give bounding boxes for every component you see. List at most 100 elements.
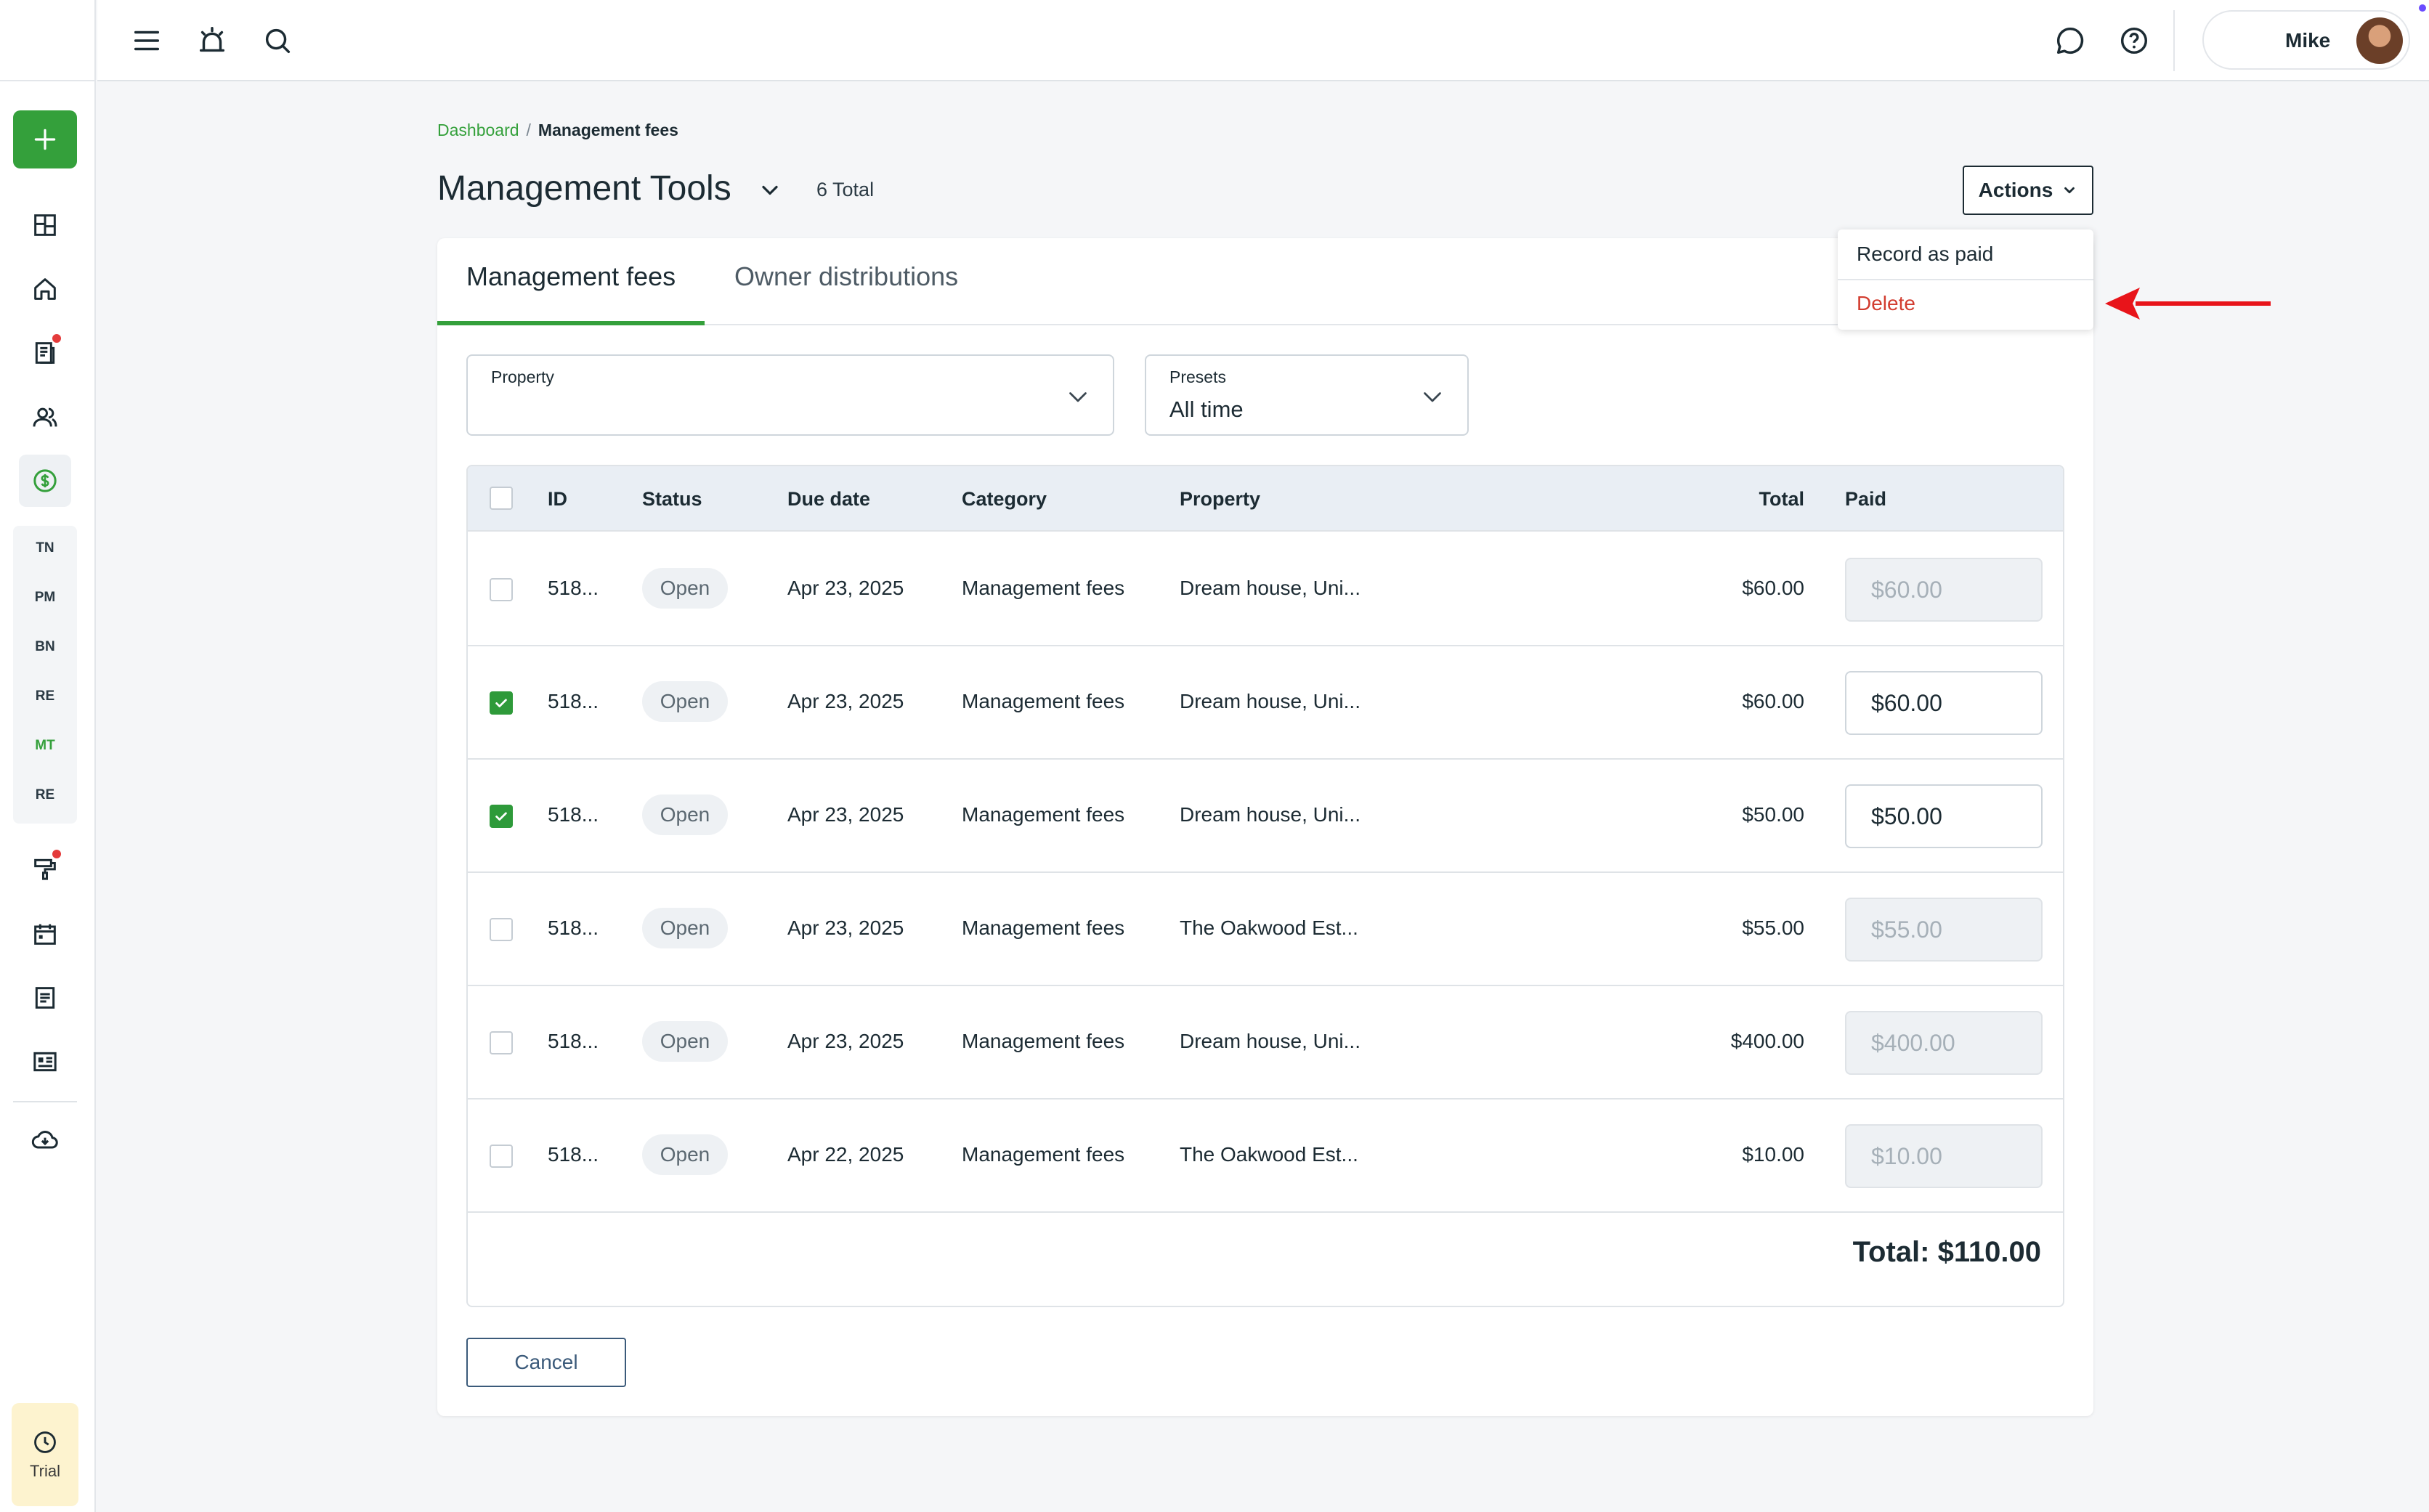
cancel-button[interactable]: Cancel [466, 1338, 626, 1387]
row-checkbox[interactable] [490, 1145, 513, 1168]
property-select[interactable]: Property [466, 354, 1114, 436]
table-row[interactable]: 518... Open Apr 23, 2025 Management fees Dre… [468, 986, 2063, 1100]
actions-button[interactable]: Actions [1963, 166, 2093, 215]
table-row[interactable]: 518... Open Apr 23, 2025 Management fees Dre… [468, 646, 2063, 760]
column-header-id[interactable]: ID [548, 488, 567, 511]
paid-amount-input[interactable]: $55.00 [1845, 898, 2043, 962]
actions-label: Actions [1978, 179, 2053, 201]
page-title[interactable]: Management Tools [437, 168, 731, 208]
sidebar-item-maintenance[interactable] [19, 842, 71, 895]
row-checkbox[interactable] [490, 1031, 513, 1054]
paid-amount-input[interactable]: $60.00 [1845, 671, 2043, 735]
sidebar-item-documents[interactable] [19, 327, 71, 379]
status-badge: Open [642, 681, 728, 722]
row-property[interactable]: The Oakwood Est... [1180, 1143, 1358, 1166]
table-row[interactable]: 518... Open Apr 22, 2025 Management fees The… [468, 1100, 2063, 1213]
table-row[interactable]: 518... Open Apr 23, 2025 Management fees Dre… [468, 533, 2063, 646]
sidebar-shortcut-re[interactable]: RE [13, 688, 77, 704]
row-total: $400.00 [1730, 1030, 1804, 1052]
checkmark-icon [495, 812, 507, 821]
table-row[interactable]: 518... Open Apr 23, 2025 Management fees Dre… [468, 760, 2063, 873]
documents-icon [35, 342, 55, 364]
sidebar-item-calendar[interactable] [19, 908, 71, 960]
row-property[interactable]: Dream house, Uni... [1180, 1030, 1361, 1053]
presets-select[interactable]: Presets All time [1145, 354, 1469, 436]
row-category: Management fees [962, 916, 1125, 939]
row-id: 518... [548, 577, 599, 599]
row-total: $60.00 [1742, 577, 1804, 599]
table-header: ID Status Due date Category Property Tot… [468, 466, 2063, 532]
chevron-down-icon[interactable] [757, 177, 783, 203]
sidebar-shortcut-re-2[interactable]: RE [13, 787, 77, 803]
select-all-checkbox[interactable] [490, 487, 513, 510]
row-checkbox[interactable] [490, 691, 513, 715]
paid-amount-input[interactable]: $60.00 [1845, 558, 2043, 622]
row-category: Management fees [962, 690, 1125, 712]
sidebar-logo-area [0, 0, 94, 81]
row-total: $60.00 [1742, 690, 1804, 712]
column-header-category[interactable]: Category [962, 488, 1047, 511]
row-checkbox[interactable] [490, 805, 513, 828]
row-property[interactable]: Dream house, Uni... [1180, 690, 1361, 713]
sidebar-item-people[interactable] [19, 391, 71, 443]
paid-amount-input[interactable]: $50.00 [1845, 784, 2043, 848]
notes-icon [35, 987, 55, 1009]
menu-button[interactable] [126, 20, 167, 61]
sidebar-shortcut-mt[interactable]: MT [13, 738, 77, 754]
notification-dot [52, 334, 61, 343]
paid-amount-input[interactable]: $10.00 [1845, 1124, 2043, 1188]
column-header-total[interactable]: Total [1759, 488, 1805, 511]
sidebar-shortcuts: TN PM BN RE MT RE [13, 526, 77, 824]
paid-amount-input[interactable]: $400.00 [1845, 1011, 2043, 1075]
tab-owner-distributions[interactable]: Owner distributions [734, 261, 958, 292]
delete-menu-item[interactable]: Delete [1857, 292, 1915, 315]
property-select-label: Property [491, 367, 554, 386]
status-badge: Open [642, 908, 728, 948]
record-as-paid-menu-item[interactable]: Record as paid [1857, 243, 1993, 266]
total-count: 6 Total [816, 179, 875, 200]
sidebar-item-downloads[interactable] [19, 1114, 71, 1166]
chat-button[interactable] [2050, 20, 2091, 61]
row-id: 518... [548, 690, 599, 712]
topbar-divider [2173, 10, 2175, 71]
sidebar-shortcut-bn[interactable]: BN [13, 639, 77, 655]
user-name: Mike [2285, 29, 2331, 52]
sidebar-item-accounting[interactable] [19, 455, 71, 507]
sidebar-item-properties[interactable] [19, 263, 71, 315]
row-checkbox[interactable] [490, 918, 513, 941]
row-property[interactable]: The Oakwood Est... [1180, 916, 1358, 940]
sidebar-shortcut-tn[interactable]: TN [13, 540, 77, 556]
column-header-due-date[interactable]: Due date [787, 488, 870, 511]
breadcrumb-current: Management fees [538, 121, 678, 139]
user-menu[interactable]: Mike [2202, 10, 2410, 70]
column-header-property[interactable]: Property [1180, 488, 1260, 511]
sidebar-shortcut-pm[interactable]: PM [13, 590, 77, 606]
table-row[interactable]: 518... Open Apr 23, 2025 Management fees The… [468, 873, 2063, 986]
sidebar-item-notes[interactable] [19, 972, 71, 1024]
row-category: Management fees [962, 1143, 1125, 1166]
trial-label: Trial [30, 1462, 60, 1480]
alarm-icon [199, 27, 225, 52]
add-new-button[interactable] [13, 110, 77, 168]
row-property[interactable]: Dream house, Uni... [1180, 803, 1361, 826]
column-header-status[interactable]: Status [642, 488, 702, 511]
row-category: Management fees [962, 1030, 1125, 1052]
trial-badge[interactable]: Trial [12, 1403, 78, 1506]
notification-dot [52, 850, 61, 858]
tab-management-fees[interactable]: Management fees [466, 261, 676, 292]
alerts-button[interactable] [192, 20, 232, 61]
help-button[interactable] [2114, 20, 2154, 61]
status-badge: Open [642, 568, 728, 609]
status-badge: Open [642, 794, 728, 835]
search-button[interactable] [257, 20, 298, 61]
sidebar-item-dashboard[interactable] [19, 199, 71, 251]
row-due-date: Apr 23, 2025 [787, 690, 904, 712]
row-due-date: Apr 23, 2025 [787, 803, 904, 826]
row-checkbox[interactable] [490, 578, 513, 601]
sidebar: TN PM BN RE MT RE Trial [0, 0, 96, 1512]
row-property[interactable]: Dream house, Uni... [1180, 577, 1361, 600]
grand-total: Total: $110.00 [1852, 1236, 2041, 1268]
column-header-paid[interactable]: Paid [1845, 488, 1886, 511]
sidebar-item-reports[interactable] [19, 1036, 71, 1088]
breadcrumb-dashboard[interactable]: Dashboard [437, 121, 519, 139]
